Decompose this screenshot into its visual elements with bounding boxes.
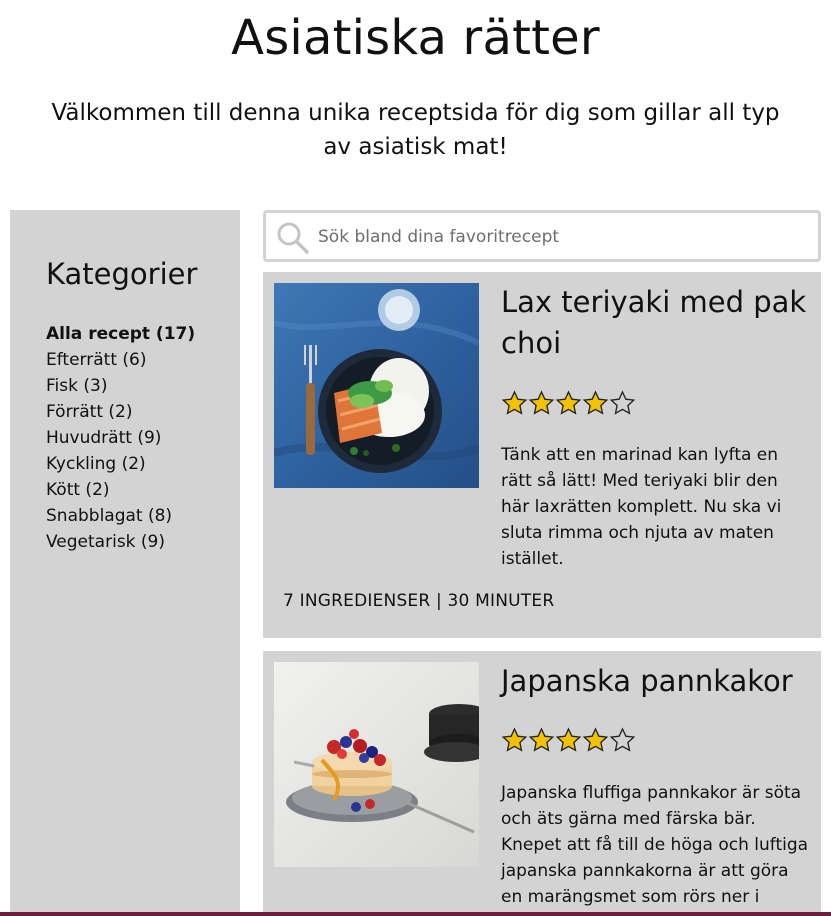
category-item-all[interactable]: Alla recept (17): [46, 321, 195, 347]
recipe-meta: 7 INGREDIENSER | 30 MINUTER: [283, 591, 555, 611]
star-filled-icon: [555, 727, 582, 752]
search-icon[interactable]: [276, 221, 310, 255]
category-sidebar: Kategorier Alla recept (17) Efterrätt (6…: [10, 210, 240, 916]
category-item-fish[interactable]: Fisk (3): [46, 373, 195, 399]
category-item-meat[interactable]: Kött (2): [46, 477, 195, 503]
star-filled-icon: [528, 727, 555, 752]
star-filled-icon: [528, 390, 555, 415]
search-input[interactable]: [318, 223, 808, 251]
star-filled-icon: [501, 390, 528, 415]
star-empty-icon: [609, 727, 636, 752]
category-item-quick[interactable]: Snabblagat (8): [46, 503, 195, 529]
category-list: Alla recept (17) Efterrätt (6) Fisk (3) …: [46, 321, 195, 555]
category-heading: Kategorier: [46, 257, 198, 291]
recipe-card[interactable]: Lax teriyaki med pak choi Tänk att en ma…: [263, 272, 821, 638]
page-title: Asiatiska rätter: [231, 10, 600, 66]
category-item-starter[interactable]: Förrätt (2): [46, 399, 195, 425]
recipe-rating: [501, 390, 636, 417]
recipe-image-pancakes[interactable]: [274, 662, 479, 867]
category-item-chicken[interactable]: Kyckling (2): [46, 451, 195, 477]
recipe-image-salmon[interactable]: [274, 283, 479, 488]
recipe-rating: [501, 727, 636, 754]
category-item-vegetarian[interactable]: Vegetarisk (9): [46, 529, 195, 555]
category-item-main-course[interactable]: Huvudrätt (9): [46, 425, 195, 451]
page-intro: Välkommen till denna unika receptsida fö…: [51, 100, 780, 160]
search-box: [263, 210, 821, 262]
star-filled-icon: [501, 727, 528, 752]
category-item-dessert[interactable]: Efterrätt (6): [46, 347, 195, 373]
recipe-description: Tänk att en marinad kan lyfta en rätt så…: [501, 445, 782, 569]
recipe-title[interactable]: Lax teriyaki med pak choi: [501, 282, 811, 364]
star-filled-icon: [555, 390, 582, 415]
recipe-page: Asiatiska rätter Välkommen till denna un…: [0, 0, 831, 916]
star-filled-icon: [582, 727, 609, 752]
recipe-description: Japanska fluffiga pannkakor är söta och …: [501, 783, 809, 907]
bottom-border: [0, 912, 831, 916]
recipe-card[interactable]: Japanska pannkakor Japanska fluffiga pan…: [263, 651, 821, 916]
recipe-title[interactable]: Japanska pannkakor: [501, 661, 811, 702]
star-empty-icon: [609, 390, 636, 415]
star-filled-icon: [582, 390, 609, 415]
